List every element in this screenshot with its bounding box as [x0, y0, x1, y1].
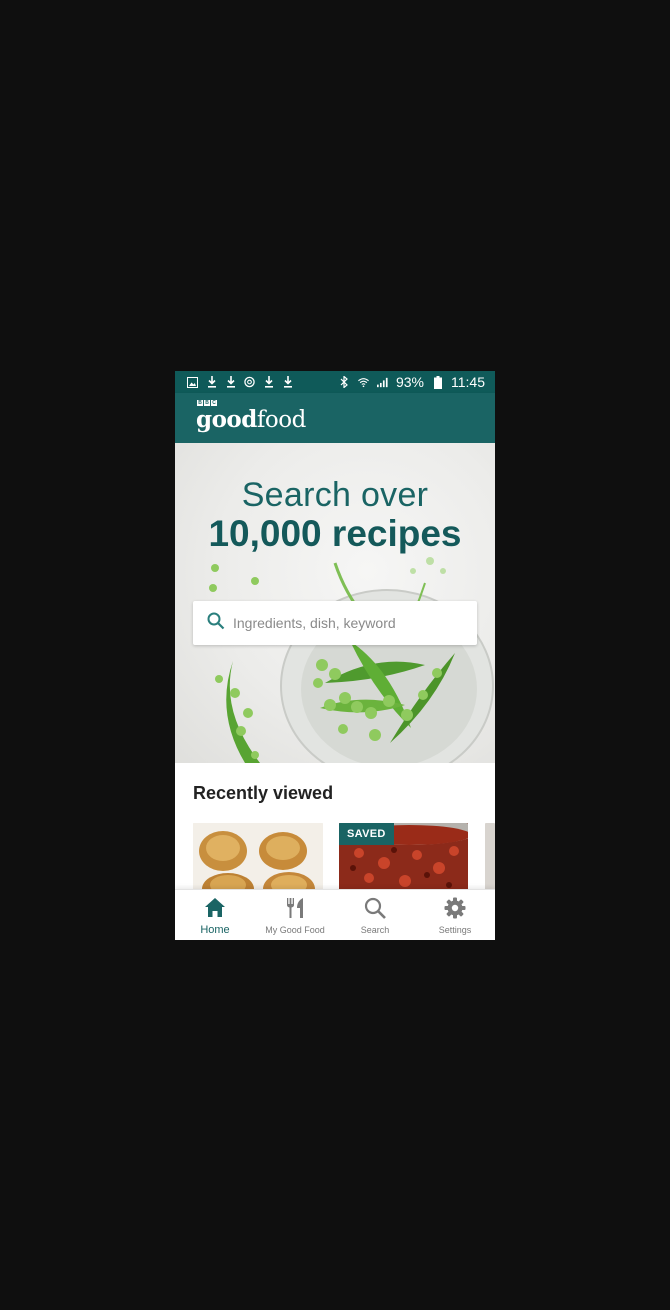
logo-good: good: [196, 406, 257, 433]
recipe-search-input[interactable]: Ingredients, dish, keyword: [193, 601, 477, 645]
signal-icon: [376, 376, 388, 388]
download-icon: [225, 376, 236, 388]
bbc-letter: B: [197, 400, 203, 406]
hero-title-line-1: Search over: [241, 476, 429, 514]
recipe-image-yorkshire-puddings: [193, 823, 323, 893]
system-indicators: 93% 11:45: [339, 374, 485, 390]
battery-icon: [432, 375, 443, 389]
saved-badge: SAVED: [339, 823, 394, 845]
logo-wordmark: goodfood: [196, 403, 306, 433]
status-bar: 93% 11:45: [175, 371, 495, 393]
download-icon: [206, 376, 217, 388]
recent-recipe-card-partial[interactable]: [485, 823, 495, 893]
download-icon: [263, 376, 274, 388]
download-icon: [282, 376, 293, 388]
nav-my-good-food[interactable]: My Good Food: [255, 890, 335, 940]
search-icon: [207, 612, 225, 635]
bluetooth-icon: [339, 376, 350, 388]
nav-settings-label: Settings: [438, 925, 472, 935]
clock: 11:45: [451, 374, 485, 390]
bottom-navigation: Home My Good Food Search Settings: [175, 889, 495, 940]
nav-search-label: Search: [360, 925, 390, 935]
bbc-letter: C: [211, 400, 217, 406]
search-icon: [364, 897, 386, 924]
nav-search[interactable]: Search: [335, 890, 415, 940]
nav-home-label: Home: [200, 924, 230, 936]
battery-percent: 93%: [395, 374, 424, 390]
recently-viewed-heading: Recently viewed: [193, 783, 334, 803]
phone-screen: 93% 11:45 B B C goodfood Search over 10,…: [175, 371, 495, 940]
cutlery-icon: [284, 897, 306, 924]
nav-home[interactable]: Home: [175, 890, 255, 940]
nav-settings[interactable]: Settings: [415, 890, 495, 940]
hero-banner: Search over 10,000 recipes Ingredients, …: [175, 443, 495, 763]
search-placeholder: Ingredients, dish, keyword: [233, 615, 396, 631]
image-icon: [187, 376, 198, 388]
recent-recipe-card-saved[interactable]: SAVED: [339, 823, 468, 893]
app-bar: B B C goodfood: [175, 393, 495, 443]
logo-food: food: [256, 407, 306, 433]
sync-icon: [244, 376, 255, 388]
bbc-badge: B B C: [197, 400, 217, 406]
nav-my-good-food-label: My Good Food: [265, 925, 325, 935]
bbc-letter: B: [204, 400, 210, 406]
wifi-icon: [358, 376, 369, 388]
recent-recipe-card[interactable]: [193, 823, 323, 893]
hero-title-line-2: 10,000 recipes: [208, 513, 462, 554]
gear-icon: [444, 897, 466, 924]
notification-icons: [187, 376, 293, 388]
home-icon: [204, 897, 226, 923]
bbc-good-food-logo[interactable]: B B C goodfood: [196, 400, 306, 433]
